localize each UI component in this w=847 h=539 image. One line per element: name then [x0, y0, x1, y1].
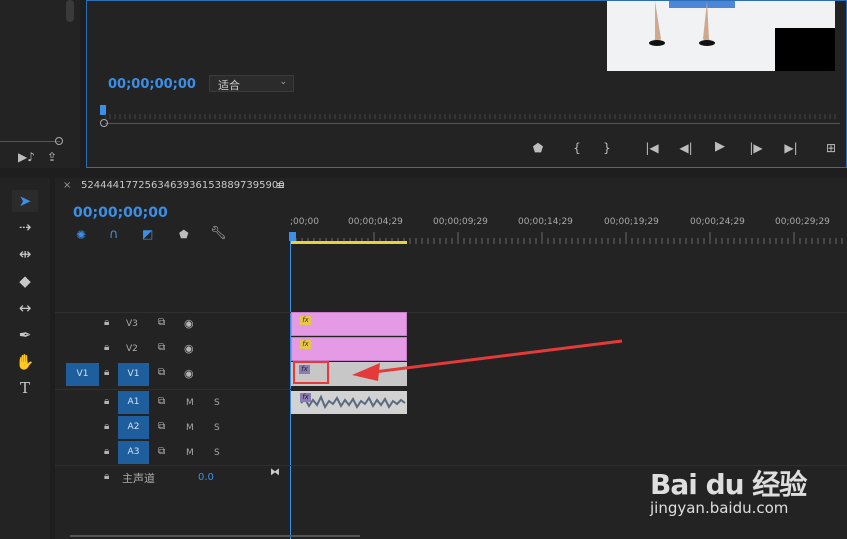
eye-icon[interactable]: ◉ — [184, 342, 194, 355]
ruler-label: 00;00;29;29 — [775, 217, 830, 227]
program-timecode[interactable]: 00;00;00;00 — [108, 77, 196, 92]
wrench-icon[interactable]: 🔧︎ — [210, 226, 227, 241]
master-volume-value[interactable]: 0.0 — [198, 472, 214, 483]
mark-in-icon[interactable]: { — [571, 142, 583, 154]
ruler-label: 00;00;09;29 — [433, 217, 488, 227]
add-marker-icon[interactable]: ⬟ — [179, 228, 189, 241]
watermark-brand: Bai du 经验 — [650, 468, 807, 501]
sync-lock-icon[interactable]: ⧉ — [158, 421, 165, 432]
work-area-bar[interactable] — [290, 241, 407, 244]
solo-button[interactable]: S — [214, 423, 220, 433]
close-tab-icon[interactable]: × — [63, 180, 71, 191]
track-target-a1[interactable]: A1 — [118, 391, 149, 414]
source-patch-v1[interactable]: V1 — [66, 363, 99, 386]
lock-icon[interactable]: 🔒︎ — [104, 367, 109, 378]
ruler-label: 00;00;19;29 — [604, 217, 659, 227]
track-target-a2[interactable]: A2 — [118, 416, 149, 439]
fx-badge: fx — [300, 340, 311, 349]
razor-tool-icon[interactable]: ◆ — [14, 270, 36, 292]
mute-button[interactable]: M — [186, 398, 194, 408]
eye-icon[interactable]: ◉ — [184, 367, 194, 380]
track-label-v2[interactable]: V2 — [126, 344, 138, 354]
sync-lock-icon[interactable]: ⧉ — [158, 342, 165, 353]
horizontal-scrollbar[interactable] — [70, 535, 360, 537]
solo-button[interactable]: S — [214, 398, 220, 408]
automate-to-sequence-icon[interactable]: ▶♪ — [18, 151, 35, 163]
ruler-label: 00;00;14;29 — [518, 217, 573, 227]
step-back-icon[interactable]: ◀| — [679, 142, 693, 154]
linked-selection-icon[interactable]: ◩ — [142, 227, 153, 241]
track-label-v3[interactable]: V3 — [126, 319, 138, 329]
scrub-bar[interactable] — [105, 123, 840, 124]
master-track-label: 主声道 — [122, 472, 155, 485]
selection-tool-icon[interactable]: ➤ — [14, 190, 36, 212]
ruler-label: 00;00;24;29 — [690, 217, 745, 227]
step-forward-icon[interactable]: |▶ — [749, 142, 763, 154]
panel-menu-icon[interactable]: ≡ — [276, 179, 285, 192]
lock-icon[interactable]: 🔒︎ — [104, 396, 109, 407]
video-preview — [607, 1, 835, 71]
lock-icon[interactable]: 🔒︎ — [104, 446, 109, 457]
sequence-tab[interactable]: 524444177256346393615388973959​00 — [81, 180, 285, 191]
zoom-select[interactable]: 适合 ⌄ — [209, 75, 294, 92]
annotation-arrow — [352, 339, 623, 381]
nest-icon[interactable]: ✺ — [76, 228, 86, 242]
play-icon[interactable]: ▶ — [713, 140, 727, 153]
scrollbar[interactable] — [66, 0, 74, 22]
zoom-slider-handle[interactable] — [55, 137, 63, 145]
master-meter-icon[interactable]: ⧓ — [270, 467, 280, 478]
slip-tool-icon[interactable]: ↔ — [14, 297, 36, 319]
ruler-label: ;00;00 — [290, 217, 319, 227]
go-to-out-icon[interactable]: ▶| — [782, 142, 800, 154]
lock-icon[interactable]: 🔒︎ — [104, 342, 109, 353]
program-monitor: 00;00;00;00 适合 ⌄ ⬟ { } |◀ ◀| ▶ |▶ ▶| ⊞ — [86, 0, 847, 168]
scrub-handle-left[interactable] — [100, 119, 108, 127]
chevron-down-icon: ⌄ — [279, 77, 287, 87]
eye-icon[interactable]: ◉ — [184, 317, 194, 330]
divider — [55, 312, 847, 313]
solo-button[interactable]: S — [214, 448, 220, 458]
sync-lock-icon[interactable]: ⧉ — [158, 396, 165, 407]
lock-icon[interactable]: 🔒︎ — [104, 421, 109, 432]
track-select-tool-icon[interactable]: ⇢ — [14, 216, 36, 238]
preview-image — [607, 1, 835, 71]
track-target-a3[interactable]: A3 — [118, 441, 149, 464]
lock-icon[interactable]: 🔒︎ — [104, 317, 109, 328]
new-bin-icon[interactable]: ⇪ — [44, 151, 60, 163]
button-editor-icon[interactable]: ⊞ — [822, 142, 840, 154]
track-target-v1[interactable]: V1 — [118, 363, 149, 386]
project-panel: ▶♪ ⇪ — [0, 0, 80, 168]
watermark-url: jingyan.baidu.com — [650, 499, 789, 517]
snap-icon[interactable]: ∩ — [109, 227, 119, 242]
mute-button[interactable]: M — [186, 448, 194, 458]
pen-tool-icon[interactable]: ✒ — [14, 324, 36, 346]
hand-tool-icon[interactable]: ✋ — [14, 351, 36, 373]
fx-badge: fx — [300, 316, 311, 325]
sync-lock-icon[interactable]: ⧉ — [158, 317, 165, 328]
mute-button[interactable]: M — [186, 423, 194, 433]
zoom-select-value: 适合 — [218, 79, 240, 92]
go-to-in-icon[interactable]: |◀ — [643, 142, 661, 154]
marker-icon[interactable]: ⬟ — [532, 142, 544, 154]
tools-panel: ➤ ⇢ ⇹ ◆ ↔ ✒ ✋ T — [0, 178, 50, 539]
ruler-label: 00;00;04;29 — [348, 217, 403, 227]
fx-badge: fx — [300, 393, 311, 402]
divider — [55, 389, 291, 390]
highlight-box — [293, 361, 329, 384]
lock-icon[interactable]: 🔒︎ — [104, 471, 109, 482]
mark-out-icon[interactable]: } — [601, 142, 613, 154]
timeline-timecode[interactable]: 00;00;00;00 — [73, 205, 168, 221]
scrub-ruler — [105, 114, 836, 119]
sync-lock-icon[interactable]: ⧉ — [158, 446, 165, 457]
type-tool-icon[interactable]: T — [14, 377, 36, 399]
zoom-slider-track[interactable] — [0, 141, 60, 142]
sync-lock-icon[interactable]: ⧉ — [158, 367, 165, 378]
ripple-edit-tool-icon[interactable]: ⇹ — [14, 243, 36, 265]
